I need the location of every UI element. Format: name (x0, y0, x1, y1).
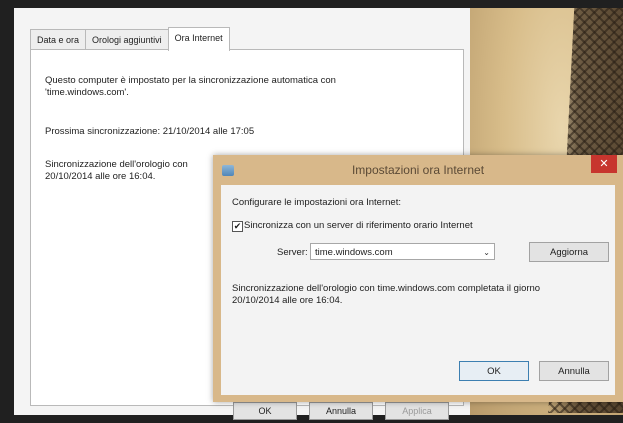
internet-time-settings-dialog: Impostazioni ora Internet ✕ Configurare … (213, 155, 623, 402)
ok-button[interactable]: OK (459, 361, 529, 381)
dialog-title: Impostazioni ora Internet (351, 163, 485, 177)
tab-date-time[interactable]: Data e ora (30, 29, 87, 50)
sync-status-line1: Sincronizzazione dell'orologio con time.… (232, 283, 541, 294)
configure-label: Configurare le impostazioni ora Internet… (232, 197, 401, 208)
sync-description-line2: 'time.windows.com'. (45, 87, 129, 98)
sync-description-line1: Questo computer è impostato per la sincr… (45, 75, 336, 86)
last-sync-line1: Sincronizzazione dell'orologio con (45, 159, 188, 170)
dialog-body: Configurare le impostazioni ora Internet… (221, 185, 615, 395)
close-button[interactable]: ✕ (591, 155, 617, 173)
main-apply-button[interactable]: Applica (385, 402, 449, 420)
tab-additional-clocks[interactable]: Orologi aggiuntivi (85, 29, 169, 50)
main-ok-button[interactable]: OK (233, 402, 297, 420)
sync-checkbox[interactable]: ✔ (232, 221, 243, 232)
chevron-down-icon: ⌄ (483, 248, 490, 257)
dialog-titlebar[interactable]: Impostazioni ora Internet ✕ (213, 155, 623, 185)
close-icon: ✕ (599, 158, 609, 170)
main-cancel-button[interactable]: Annulla (309, 402, 373, 420)
update-now-button[interactable]: Aggiorna (529, 242, 609, 262)
server-select[interactable]: time.windows.com ⌄ (310, 243, 495, 260)
tab-internet-time[interactable]: Ora Internet (167, 27, 230, 51)
next-sync-text: Prossima sincronizzazione: 21/10/2014 al… (45, 126, 255, 137)
checkmark-icon: ✔ (233, 221, 242, 231)
server-label: Server: (277, 247, 308, 258)
sync-status-line2: 20/10/2014 alle ore 16:04. (232, 295, 343, 306)
last-sync-line2: 20/10/2014 alle ore 16:04. (45, 171, 156, 182)
cancel-button[interactable]: Annulla (539, 361, 609, 381)
sync-checkbox-label[interactable]: Sincronizza con un server di riferimento… (244, 220, 473, 232)
server-select-value: time.windows.com (315, 247, 393, 258)
tab-strip: Data e ora Orologi aggiuntivi Ora Intern… (30, 27, 230, 51)
